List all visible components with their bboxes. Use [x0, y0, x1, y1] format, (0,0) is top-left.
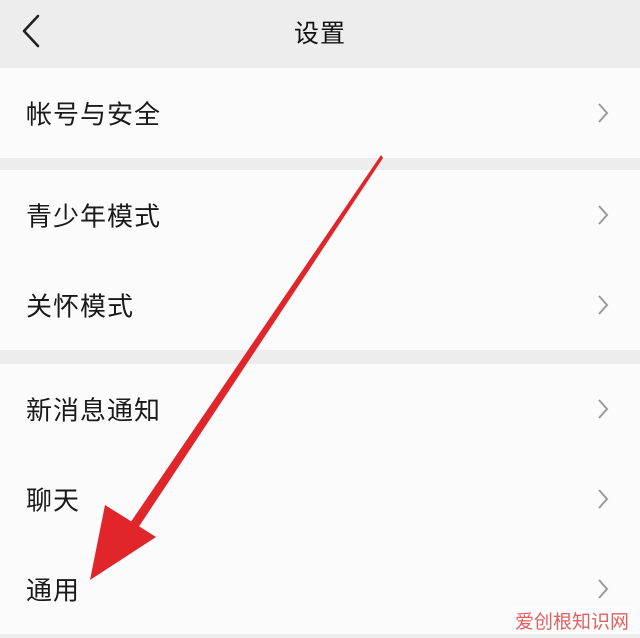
settings-item-label: 聊天	[26, 486, 81, 517]
settings-group-account: 帐号与安全	[0, 68, 640, 158]
settings-group-modes: 青少年模式 关怀模式	[0, 170, 640, 350]
settings-item-label: 通用	[26, 576, 81, 607]
watermark: 爱创根知识网	[511, 607, 632, 634]
chevron-right-icon	[598, 399, 609, 419]
settings-item-label: 关怀模式	[26, 292, 135, 323]
settings-item-label: 青少年模式	[26, 202, 162, 233]
top-bar: 设置	[0, 0, 640, 66]
settings-item-teen-mode[interactable]: 青少年模式	[0, 170, 640, 260]
settings-item-label: 帐号与安全	[26, 100, 162, 131]
settings-item-care-mode[interactable]: 关怀模式	[0, 260, 640, 350]
settings-item-label: 新消息通知	[26, 396, 162, 427]
settings-group-general: 新消息通知 聊天 通用	[0, 364, 640, 634]
chevron-right-icon	[598, 579, 609, 599]
settings-item-account-security[interactable]: 帐号与安全	[0, 68, 640, 158]
chevron-right-icon	[598, 295, 609, 315]
page-title: 设置	[293, 19, 346, 48]
settings-item-chat[interactable]: 聊天	[0, 454, 640, 544]
chevron-right-icon	[598, 489, 609, 509]
settings-item-new-message-notifications[interactable]: 新消息通知	[0, 364, 640, 454]
chevron-right-icon	[598, 205, 609, 225]
chevron-right-icon	[598, 103, 609, 123]
